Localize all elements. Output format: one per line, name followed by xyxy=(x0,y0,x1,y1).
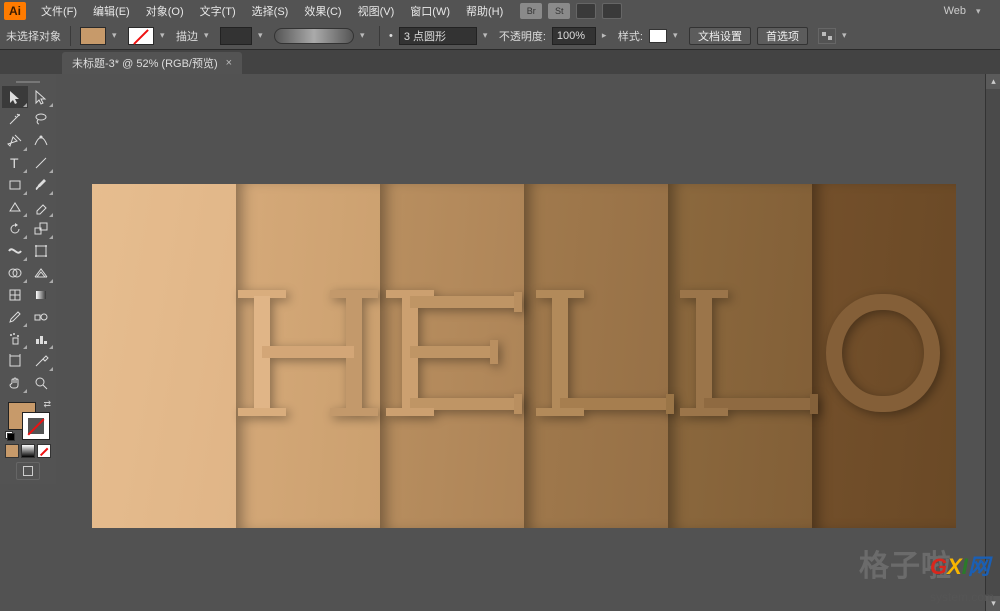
scale-tool[interactable] xyxy=(28,218,54,240)
bridge-button[interactable]: Br xyxy=(520,3,542,19)
letter-e xyxy=(372,290,542,416)
canvas[interactable] xyxy=(58,74,984,611)
blend-tool[interactable] xyxy=(28,306,54,328)
rectangle-tool[interactable] xyxy=(2,174,28,196)
close-icon[interactable]: × xyxy=(226,57,232,69)
rotate-tool[interactable] xyxy=(2,218,28,240)
magic-wand-tool[interactable] xyxy=(2,108,28,130)
vertical-scrollbar[interactable]: ▴ ▾ xyxy=(985,74,1000,611)
chevron-down-icon[interactable]: ▾ xyxy=(673,30,683,41)
align-icon[interactable] xyxy=(818,28,836,44)
tool-palette: T ⇄ xyxy=(0,74,56,484)
preferences-button[interactable]: 首选项 xyxy=(757,27,808,45)
shape-builder-tool[interactable] xyxy=(2,262,28,284)
eyedropper-tool[interactable] xyxy=(2,306,28,328)
svg-text:T: T xyxy=(10,155,19,171)
style-label: 样式: xyxy=(618,28,643,44)
color-mode-gradient[interactable] xyxy=(21,444,35,458)
tab-title: 未标题-3* @ 52% (RGB/预览) xyxy=(72,55,218,71)
direct-selection-tool[interactable] xyxy=(28,86,54,108)
color-column-1 xyxy=(92,184,236,528)
menu-type[interactable]: 文字(T) xyxy=(193,1,243,21)
perspective-grid-tool[interactable] xyxy=(28,262,54,284)
free-transform-tool[interactable] xyxy=(28,240,54,262)
letter-h xyxy=(222,290,394,416)
menu-edit[interactable]: 编辑(E) xyxy=(86,1,137,21)
document-tab-bar: 未标题-3* @ 52% (RGB/预览) × xyxy=(0,50,1000,74)
lasso-tool[interactable] xyxy=(28,108,54,130)
default-fill-stroke-icon[interactable] xyxy=(5,431,15,441)
paintbrush-tool[interactable] xyxy=(28,174,54,196)
style-swatch[interactable] xyxy=(649,29,667,43)
slice-tool[interactable] xyxy=(28,350,54,372)
stroke-color-icon[interactable] xyxy=(22,412,50,440)
menu-bar: Ai 文件(F) 编辑(E) 对象(O) 文字(T) 选择(S) 效果(C) 视… xyxy=(0,0,1000,22)
color-mode-solid[interactable] xyxy=(5,444,19,458)
brush-select[interactable] xyxy=(399,27,477,45)
stroke-weight-input[interactable] xyxy=(220,27,252,45)
menu-select[interactable]: 选择(S) xyxy=(245,1,296,21)
eraser-tool[interactable] xyxy=(28,196,54,218)
scroll-up-icon[interactable]: ▴ xyxy=(986,74,1000,89)
fill-swatch[interactable] xyxy=(80,27,106,45)
chevron-down-icon[interactable]: ▾ xyxy=(112,30,122,41)
stroke-swatch[interactable] xyxy=(128,27,154,45)
document-tab[interactable]: 未标题-3* @ 52% (RGB/预览) × xyxy=(62,52,242,74)
chevron-down-icon[interactable]: ▾ xyxy=(160,30,170,41)
app-logo: Ai xyxy=(4,2,26,20)
artboard-tool[interactable] xyxy=(2,350,28,372)
control-bar: 未选择对象 ▾ ▾ 描边 ▾ ▾ ▾ • ▾ 不透明度: ▸ 样式: ▾ 文档设… xyxy=(0,22,1000,50)
workspace-label[interactable]: Web xyxy=(944,5,966,17)
chevron-down-icon[interactable]: ▾ xyxy=(258,30,268,41)
menu-effect[interactable]: 效果(C) xyxy=(297,1,348,21)
chevron-down-icon[interactable]: ▾ xyxy=(976,6,986,17)
chevron-down-icon[interactable]: ▾ xyxy=(360,30,370,41)
selection-tool[interactable] xyxy=(2,86,28,108)
width-tool[interactable] xyxy=(2,240,28,262)
scroll-down-icon[interactable]: ▾ xyxy=(986,596,1000,611)
menu-help[interactable]: 帮助(H) xyxy=(459,1,510,21)
letter-o xyxy=(808,290,958,416)
zoom-tool[interactable] xyxy=(28,372,54,394)
stroke-label: 描边 xyxy=(176,28,198,44)
stroke-profile[interactable] xyxy=(274,28,354,44)
chevron-down-icon[interactable]: ▾ xyxy=(842,30,852,41)
fill-stroke-indicator[interactable]: ⇄ xyxy=(6,400,50,440)
chevron-down-icon[interactable]: ▾ xyxy=(204,30,214,41)
opacity-label: 不透明度: xyxy=(499,28,546,44)
menu-file[interactable]: 文件(F) xyxy=(34,1,84,21)
menu-window[interactable]: 窗口(W) xyxy=(403,1,457,21)
arrange-docs-icon[interactable] xyxy=(576,3,596,19)
pen-tool[interactable] xyxy=(2,130,28,152)
draw-normal-icon[interactable] xyxy=(16,462,40,480)
letter-l-1 xyxy=(522,290,690,416)
document-setup-button[interactable]: 文档设置 xyxy=(689,27,751,45)
symbol-sprayer-tool[interactable] xyxy=(2,328,28,350)
column-graph-tool[interactable] xyxy=(28,328,54,350)
color-mode-none[interactable] xyxy=(37,444,51,458)
menu-view[interactable]: 视图(V) xyxy=(351,1,402,21)
opacity-input[interactable] xyxy=(552,27,596,45)
hand-tool[interactable] xyxy=(2,372,28,394)
stock-button[interactable]: St xyxy=(548,3,570,19)
line-tool[interactable] xyxy=(28,152,54,174)
chevron-down-icon[interactable]: ▸ xyxy=(602,30,612,41)
gradient-tool[interactable] xyxy=(28,284,54,306)
chevron-down-icon[interactable]: ▾ xyxy=(483,30,493,41)
curvature-tool[interactable] xyxy=(28,130,54,152)
type-tool[interactable]: T xyxy=(2,152,28,174)
gpu-icon[interactable] xyxy=(602,3,622,19)
palette-handle[interactable] xyxy=(2,78,54,86)
menu-object[interactable]: 对象(O) xyxy=(139,1,191,21)
selection-status: 未选择对象 xyxy=(6,28,61,44)
artwork xyxy=(92,184,956,528)
mesh-tool[interactable] xyxy=(2,284,28,306)
shaper-tool[interactable] xyxy=(2,196,28,218)
swap-fill-stroke-icon[interactable]: ⇄ xyxy=(43,399,51,410)
